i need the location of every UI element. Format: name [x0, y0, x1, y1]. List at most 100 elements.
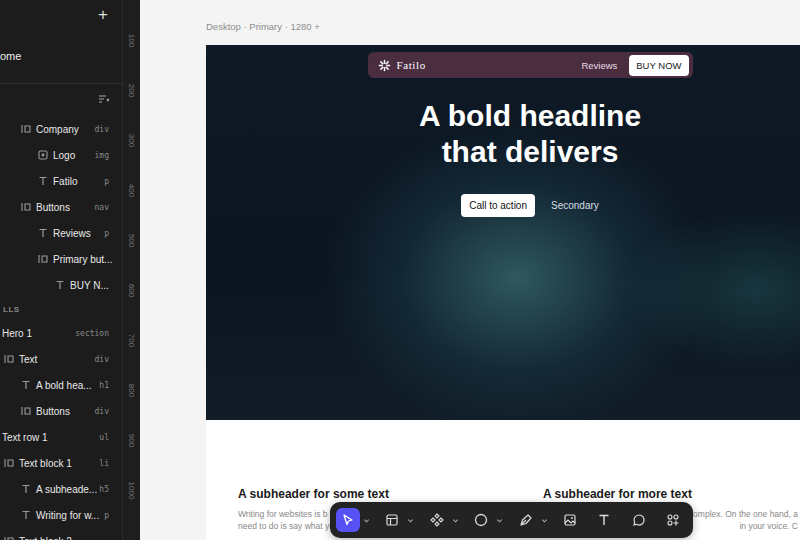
layer-name: Fatilo — [53, 176, 77, 187]
layer-row[interactable]: A bold hea... h1 — [0, 372, 122, 398]
layer-row[interactable]: A subheade...h5 — [0, 476, 122, 502]
layers-panel: +omeCompanydivLogoimgFatilopButtonsnavRe… — [0, 0, 122, 540]
layer-row[interactable]: Text block 2 — [0, 528, 122, 540]
layer-row[interactable]: Writing for w... p — [0, 502, 122, 528]
layer-row[interactable]: Reviews p — [0, 220, 122, 246]
layer-item: A bold hea... — [20, 379, 92, 391]
tool-button[interactable] — [661, 508, 685, 532]
tool-button[interactable] — [380, 508, 414, 532]
canvas: Desktop · Primary · 1280 + Fatilo Reviews B… — [140, 0, 800, 540]
subheader: A subheader for more text — [543, 487, 798, 501]
layer-name: A subheade... — [36, 484, 97, 495]
layer-name: Writing for w... — [36, 510, 99, 521]
frame-icon — [3, 457, 15, 469]
layer-row[interactable]: Hero 1section — [0, 320, 122, 346]
tool-button[interactable] — [558, 508, 582, 532]
layer-name: Text block 2 — [19, 536, 72, 540]
layer-name: Buttons — [36, 202, 70, 213]
frame-icon — [20, 123, 32, 135]
cursor-icon — [341, 513, 355, 527]
chevron-down-icon[interactable] — [541, 517, 548, 524]
layer-name: Text — [19, 354, 37, 365]
design-app: +omeCompanydivLogoimgFatilopButtonsnavRe… — [0, 0, 800, 540]
layer-row[interactable]: Company div — [0, 116, 122, 142]
layer-row[interactable]: Textdiv — [0, 346, 122, 372]
layer-row[interactable]: Text row 1ul — [0, 424, 122, 450]
layer-row[interactable]: Primary but... — [0, 246, 122, 272]
frame-icon — [3, 353, 15, 365]
layer-tag: li — [99, 459, 109, 468]
layer-tag: h5 — [99, 485, 109, 494]
ruler-tick: 900 — [123, 415, 140, 465]
primary-cta-button[interactable]: Call to action — [461, 194, 535, 217]
layers-header — [0, 84, 122, 114]
buy-button[interactable]: BUY NOW — [629, 55, 688, 76]
layer-tag: h1 — [99, 381, 109, 390]
layer-tag: p — [104, 177, 109, 186]
apps-plus-icon — [666, 513, 680, 527]
ruler-tick: 300 — [123, 115, 140, 165]
layer-row[interactable]: Logoimg — [0, 142, 122, 168]
chevron-down-icon[interactable] — [363, 517, 370, 524]
tool-button[interactable] — [425, 508, 459, 532]
layer-tag: p — [104, 511, 109, 520]
layer-row[interactable]: Buttonsdiv — [0, 398, 122, 424]
chevron-down-icon[interactable] — [452, 517, 459, 524]
layer-item: Text block 1 — [3, 457, 72, 469]
desktop-frame[interactable]: FatiloReviewsBUY NOWA bold headline that… — [206, 45, 800, 540]
nav-buttons: Reviews BUY NOW — [581, 55, 688, 76]
ruler-tick: 700 — [123, 315, 140, 365]
layer-list: CompanydivLogoimgFatilopButtonsnavReview… — [0, 116, 122, 540]
hero-section: FatiloReviewsBUY NOWA bold headline that… — [206, 45, 800, 420]
text-icon — [20, 483, 32, 495]
ruler-tick: 100 — [123, 15, 140, 65]
tool-button[interactable] — [514, 508, 548, 532]
section-label: LLS — [3, 298, 122, 320]
frame-icon — [3, 535, 15, 540]
brand[interactable]: Fatilo — [378, 59, 426, 72]
image-icon — [37, 149, 49, 161]
layer-row[interactable]: BUY N... — [0, 272, 122, 298]
layer-item: Company — [20, 123, 79, 135]
layer-name: Primary but... — [53, 254, 112, 265]
layer-item: Primary but... — [37, 253, 109, 265]
divider — [0, 83, 122, 84]
vertical-ruler: 1002003004005006007008009001000 — [122, 0, 140, 540]
layer-item: Buttons — [20, 405, 70, 417]
page-item[interactable]: ome — [0, 42, 122, 70]
layer-name: Text block 1 — [19, 458, 72, 469]
pen-icon — [519, 513, 533, 527]
tool-button[interactable] — [336, 508, 370, 532]
layer-row[interactable]: Text block 1 li — [0, 450, 122, 476]
sort-icon[interactable] — [98, 94, 110, 104]
image-icon — [563, 513, 577, 527]
layer-item: Buttons — [20, 201, 70, 213]
tool-bar — [330, 502, 693, 538]
component-icon — [430, 513, 444, 527]
layer-item: BUY N... — [54, 279, 109, 291]
chevron-down-icon[interactable] — [407, 517, 414, 524]
text-icon — [597, 513, 611, 527]
add-button[interactable]: + — [98, 6, 108, 23]
layer-item: Fatilo — [37, 175, 77, 187]
layer-name: Reviews — [53, 228, 91, 239]
layer-row[interactable]: Buttonsnav — [0, 194, 122, 220]
frame-icon — [37, 253, 49, 265]
tool-button[interactable] — [592, 508, 616, 532]
tool-button[interactable] — [469, 508, 503, 532]
frame-label[interactable]: Desktop · Primary · 1280 + — [206, 20, 800, 34]
tool-button[interactable] — [627, 508, 651, 532]
frame-icon — [20, 201, 32, 213]
ruler-tick: 800 — [123, 365, 140, 415]
chevron-down-icon[interactable] — [496, 517, 503, 524]
layer-tag: ul — [99, 433, 109, 442]
nav-link[interactable]: Reviews — [581, 60, 617, 71]
subheader: A subheader for some text — [238, 487, 543, 501]
layer-tag: div — [95, 125, 109, 134]
secondary-cta-button[interactable]: Secondary — [551, 200, 599, 211]
layer-row[interactable]: Fatilo p — [0, 168, 122, 194]
frame-icon — [20, 405, 32, 417]
layer-item: Text — [3, 353, 37, 365]
layer-tag: p — [104, 229, 109, 238]
layer-item: Logo — [37, 149, 75, 161]
